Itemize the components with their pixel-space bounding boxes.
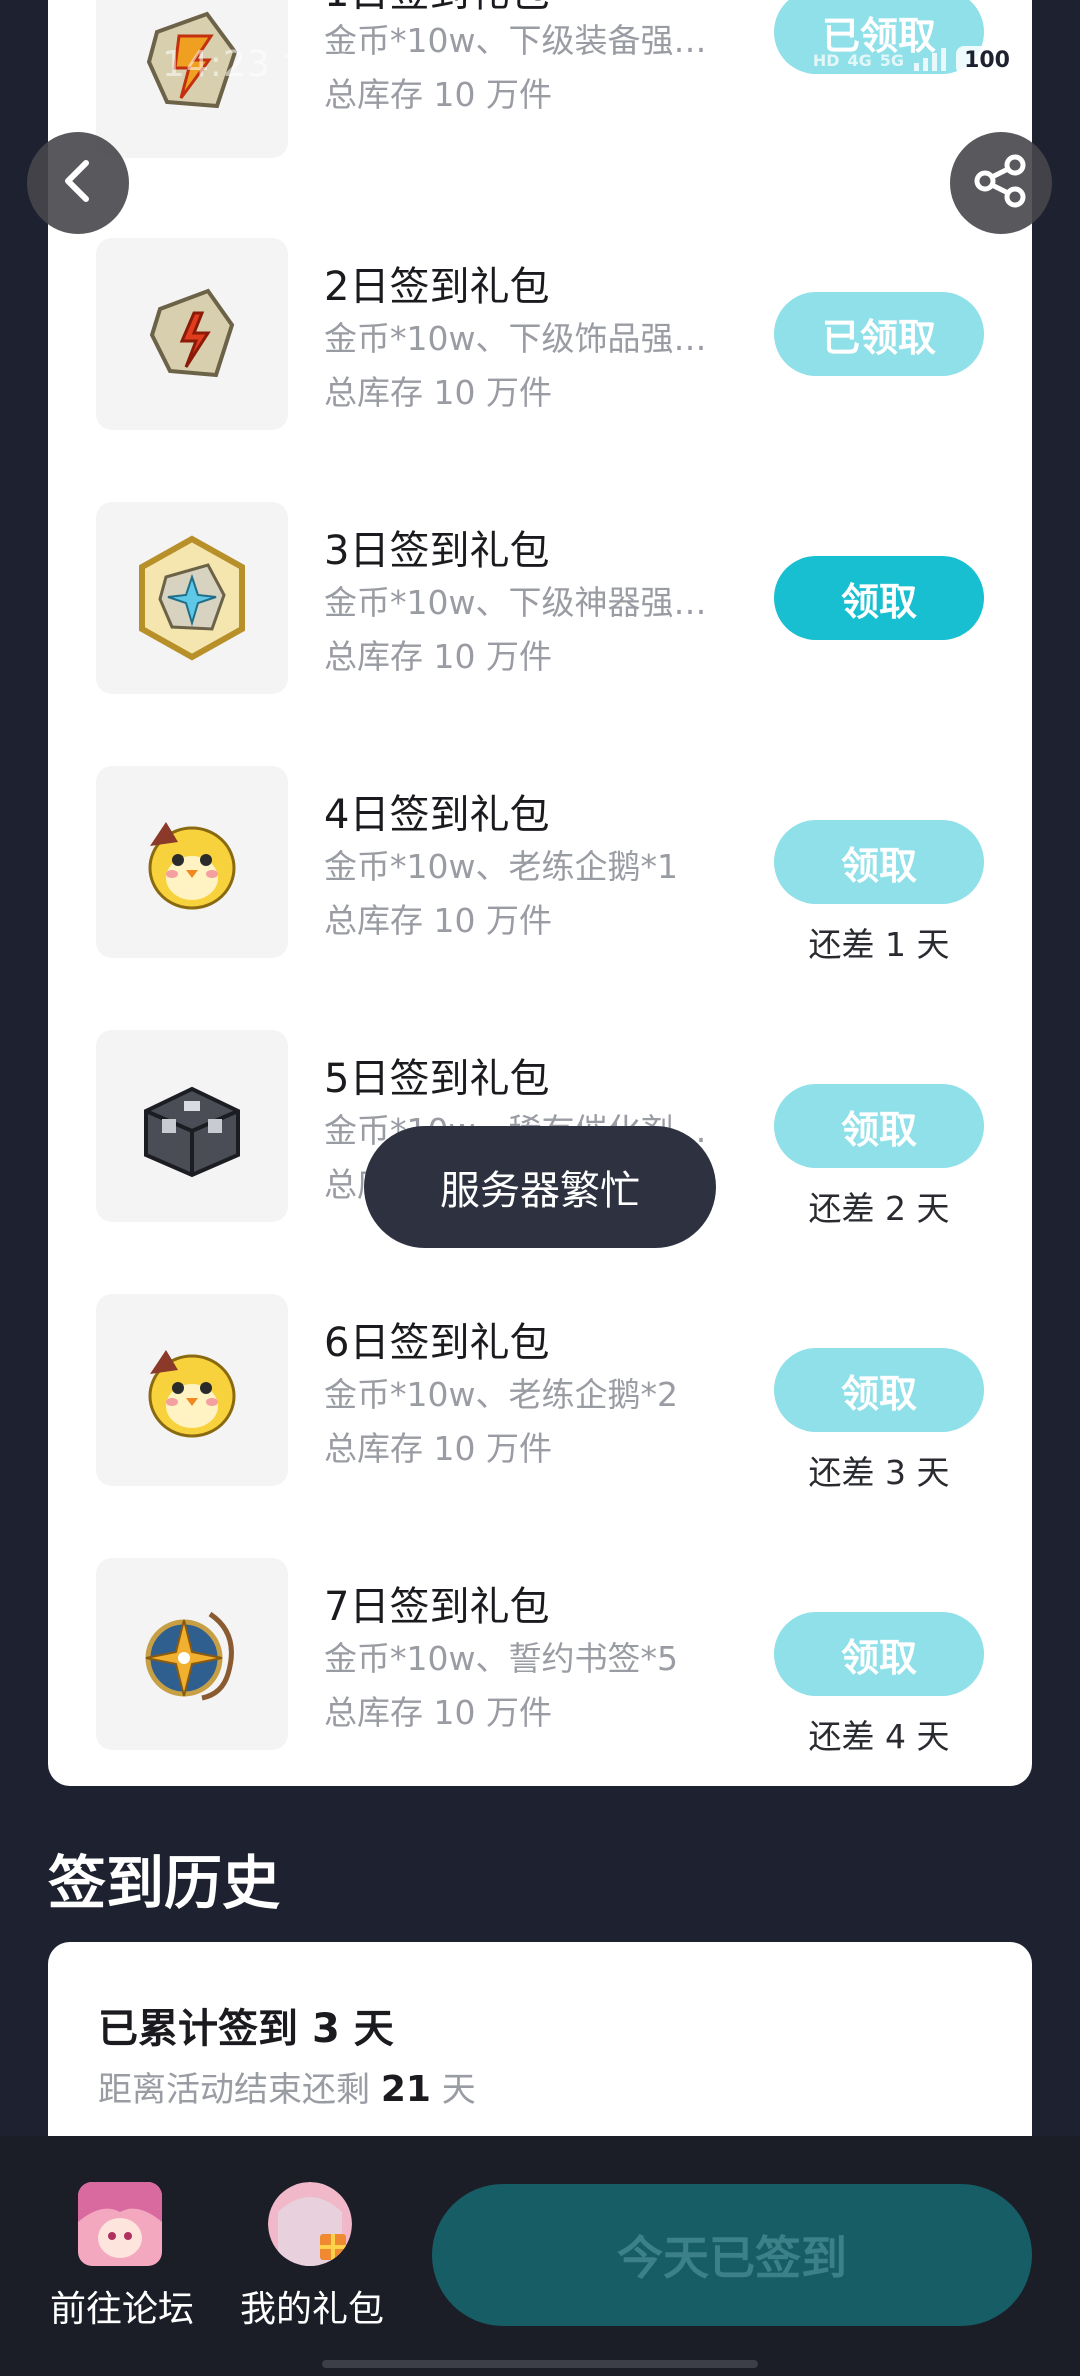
share-icon (971, 151, 1031, 215)
penguin-icon (96, 1294, 288, 1486)
gift-claim-button-locked[interactable]: 领取 (774, 820, 984, 904)
gift-claim-button-locked[interactable]: 领取 (774, 1348, 984, 1432)
forum-avatar-icon (78, 2182, 162, 2266)
battery-indicator: 100 (956, 46, 1018, 75)
gift-list-card: 1日签到礼包 金币*10w、下级装备强… 总库存 10 万件 已领取 2日签到礼… (48, 0, 1032, 1786)
gift-row-day-2: 2日签到礼包 金币*10w、下级饰品强… 总库存 10 万件 已领取 (48, 238, 1032, 502)
status-time: 14:23 (162, 44, 271, 85)
gift-stock: 总库存 10 万件 (324, 901, 552, 940)
remaining-suffix: 天 (441, 2070, 476, 2110)
page: 14:23 Tap HD 4G 5G 100 金币*10w、下级装备强… 总库存… (0, 0, 1080, 2376)
remaining-days: 21 (380, 2069, 431, 2110)
checkin-button[interactable]: 今天已签到 (432, 2184, 1032, 2326)
home-indicator[interactable] (322, 2360, 758, 2368)
days-remaining: 还差 1 天 (808, 925, 950, 964)
bottom-bar: 前往论坛 我的礼包 今天已签到 (0, 2136, 1080, 2376)
gift-claimed-button[interactable]: 已领取 (774, 292, 984, 376)
gift-claim-button[interactable]: 领取 (774, 556, 984, 640)
4g-indicator: 4G (847, 51, 872, 70)
penguin-icon (96, 766, 288, 958)
chevron-left-icon (58, 157, 98, 209)
status-right: HD 4G 5G 100 (813, 46, 1018, 75)
gift-row-day-7: 7日签到礼包 金币*10w、誓约书签*5 总库存 10 万件 领取 还差 4 天 (48, 1558, 1032, 1822)
gift-stock: 总库存 10 万件 (324, 373, 552, 412)
days-remaining: 还差 4 天 (808, 1717, 950, 1756)
gift-stock: 总库存 10 万件 (324, 1429, 552, 1468)
share-button[interactable] (950, 132, 1052, 234)
gift-row-day-3: 3日签到礼包 金币*10w、下级神器强… 总库存 10 万件 领取 (48, 502, 1032, 766)
gift-row-day-4: 4日签到礼包 金币*10w、老练企鹅*1 总库存 10 万件 领取 还差 1 天 (48, 766, 1032, 1030)
toast-message: 服务器繁忙 (364, 1126, 716, 1248)
history-remaining: 距离活动结束还剩 21 天 (98, 2062, 476, 2111)
status-bar: 14:23 Tap HD 4G 5G 100 (0, 40, 1080, 100)
summary-days: 3 (311, 2006, 340, 2052)
gift-title: 5日签到礼包 (324, 1056, 550, 1102)
gift-title: 3日签到礼包 (324, 528, 550, 574)
gift-avatar-icon (268, 2182, 352, 2266)
days-remaining: 还差 3 天 (808, 1453, 950, 1492)
gift-desc: 金币*10w、下级神器强… (324, 583, 707, 622)
gift-title: 4日签到礼包 (324, 792, 550, 838)
history-summary: 已累计签到 3 天 (98, 1996, 394, 2054)
gift-desc: 金币*10w、老练企鹅*2 (324, 1375, 678, 1414)
forum-button[interactable]: 前往论坛 (50, 2182, 195, 2332)
hd-indicator: HD (812, 51, 840, 70)
red-crystal-icon (96, 238, 288, 430)
forum-label: 前往论坛 (50, 2289, 195, 2330)
signal-icon (912, 47, 948, 75)
gift-title: 2日签到礼包 (324, 264, 550, 310)
notification-icons (326, 48, 406, 88)
history-title: 签到历史 (48, 1849, 281, 1917)
5g-indicator: 5G (879, 51, 905, 70)
back-button[interactable] (27, 132, 129, 234)
gift-title: 6日签到礼包 (324, 1320, 550, 1366)
metal-chest-icon (96, 1030, 288, 1222)
summary-suffix: 天 (353, 2006, 394, 2052)
gift-claim-button-locked[interactable]: 领取 (774, 1084, 984, 1168)
tap-app-icon: Tap (284, 52, 320, 73)
gift-title: 7日签到礼包 (324, 1584, 550, 1630)
my-gifts-label: 我的礼包 (240, 2289, 385, 2330)
gift-claim-button-locked[interactable]: 领取 (774, 1612, 984, 1696)
remaining-prefix: 距离活动结束还剩 (98, 2070, 370, 2110)
compass-bookmark-icon (96, 1558, 288, 1750)
gift-desc: 金币*10w、誓约书签*5 (324, 1639, 678, 1678)
summary-prefix: 已累计签到 (98, 2006, 298, 2052)
history-card: 已累计签到 3 天 距离活动结束还剩 21 天 (48, 1942, 1032, 2142)
artifact-crystal-icon (96, 502, 288, 694)
gift-stock: 总库存 10 万件 (324, 1693, 552, 1732)
gift-desc: 金币*10w、下级饰品强… (324, 319, 707, 358)
gift-row-day-6: 6日签到礼包 金币*10w、老练企鹅*2 总库存 10 万件 领取 还差 3 天 (48, 1294, 1032, 1558)
gift-desc: 金币*10w、老练企鹅*1 (324, 847, 678, 886)
gift-stock: 总库存 10 万件 (324, 637, 552, 676)
days-remaining: 还差 2 天 (808, 1189, 950, 1228)
my-gifts-button[interactable]: 我的礼包 (240, 2182, 385, 2332)
